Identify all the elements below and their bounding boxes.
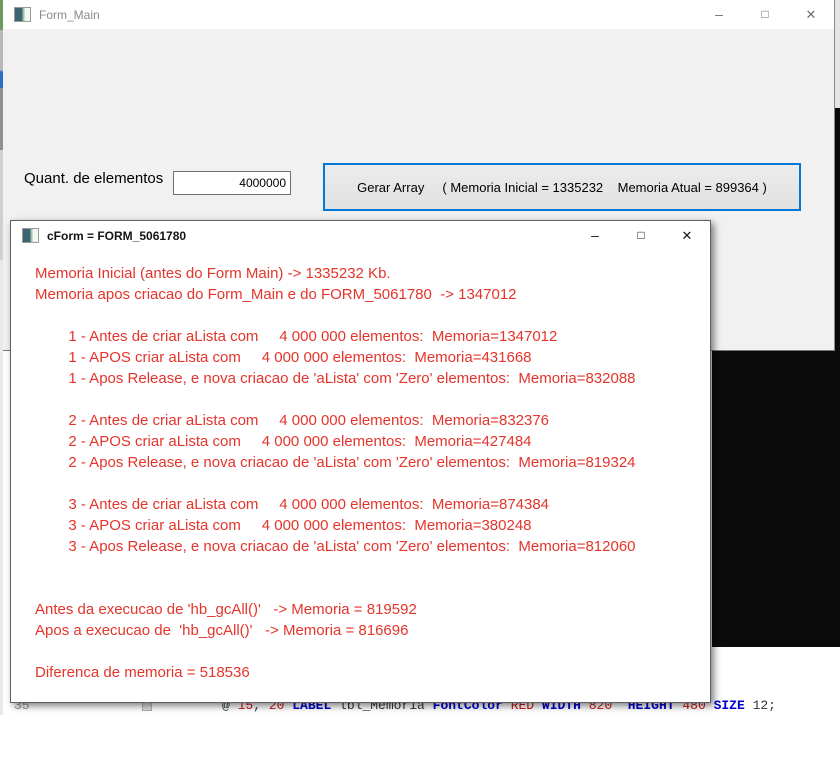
memory-report-line xyxy=(35,641,710,662)
maximize-icon[interactable]: □ xyxy=(742,0,788,29)
minimize-icon[interactable]: – xyxy=(572,221,618,250)
close-icon[interactable]: ✕ xyxy=(664,221,710,250)
code-token: SIZE xyxy=(714,698,753,713)
memory-report-line: 1 - APOS criar aLista com 4 000 000 elem… xyxy=(35,347,710,368)
form-main-titlebar[interactable]: Form_Main – □ ✕ xyxy=(3,0,834,29)
memory-report-line: Apos a execucao de 'hb_gcAll()' -> Memor… xyxy=(35,620,710,641)
memory-report-line xyxy=(35,389,710,410)
form-icon xyxy=(22,228,39,243)
generate-array-button-label: Gerar Array ( Memoria Inicial = 1335232 … xyxy=(357,180,767,195)
memory-report-line xyxy=(35,305,710,326)
memory-report-line: Antes da execucao de 'hb_gcAll()' -> Mem… xyxy=(35,599,710,620)
quantity-label: Quant. de elementos xyxy=(24,170,163,187)
minimize-icon[interactable]: – xyxy=(696,0,742,29)
form-main-window-controls: – □ ✕ xyxy=(696,0,834,29)
memory-report-text: Memoria Inicial (antes do Form Main) -> … xyxy=(11,250,710,702)
form-icon xyxy=(14,7,31,22)
memory-report-line: Memoria Inicial (antes do Form Main) -> … xyxy=(35,263,710,284)
memory-report-titlebar[interactable]: cForm = FORM_5061780 – □ ✕ xyxy=(11,221,710,250)
close-icon[interactable]: ✕ xyxy=(788,0,834,29)
memory-report-title: cForm = FORM_5061780 xyxy=(47,229,186,243)
memory-report-line xyxy=(35,557,710,578)
memory-report-line: 2 - Apos Release, e nova criacao de 'aLi… xyxy=(35,452,710,473)
memory-report-line: Memoria apos criacao do Form_Main e do F… xyxy=(35,284,710,305)
memory-report-line: 3 - Antes de criar aLista com 4 000 000 … xyxy=(35,494,710,515)
maximize-icon[interactable]: □ xyxy=(618,221,664,250)
memory-report-window-controls: – □ ✕ xyxy=(572,221,710,250)
form-main-title: Form_Main xyxy=(39,8,100,22)
memory-report-window: cForm = FORM_5061780 – □ ✕ Memoria Inici… xyxy=(10,220,711,703)
code-token: 12; xyxy=(753,698,776,713)
memory-report-line: 3 - Apos Release, e nova criacao de 'aLi… xyxy=(35,536,710,557)
memory-report-line: 3 - APOS criar aLista com 4 000 000 elem… xyxy=(35,515,710,536)
memory-report-line xyxy=(35,473,710,494)
quantity-input[interactable] xyxy=(173,171,291,195)
memory-report-line: Diferenca de memoria = 518536 xyxy=(35,662,710,683)
memory-report-line: 2 - Antes de criar aLista com 4 000 000 … xyxy=(35,410,710,431)
generate-array-button[interactable]: Gerar Array ( Memoria Inicial = 1335232 … xyxy=(323,163,801,211)
memory-report-line: 1 - Antes de criar aLista com 4 000 000 … xyxy=(35,326,710,347)
memory-report-line: 2 - APOS criar aLista com 4 000 000 elem… xyxy=(35,431,710,452)
memory-report-line: 1 - Apos Release, e nova criacao de 'aLi… xyxy=(35,368,710,389)
memory-report-line xyxy=(35,578,710,599)
